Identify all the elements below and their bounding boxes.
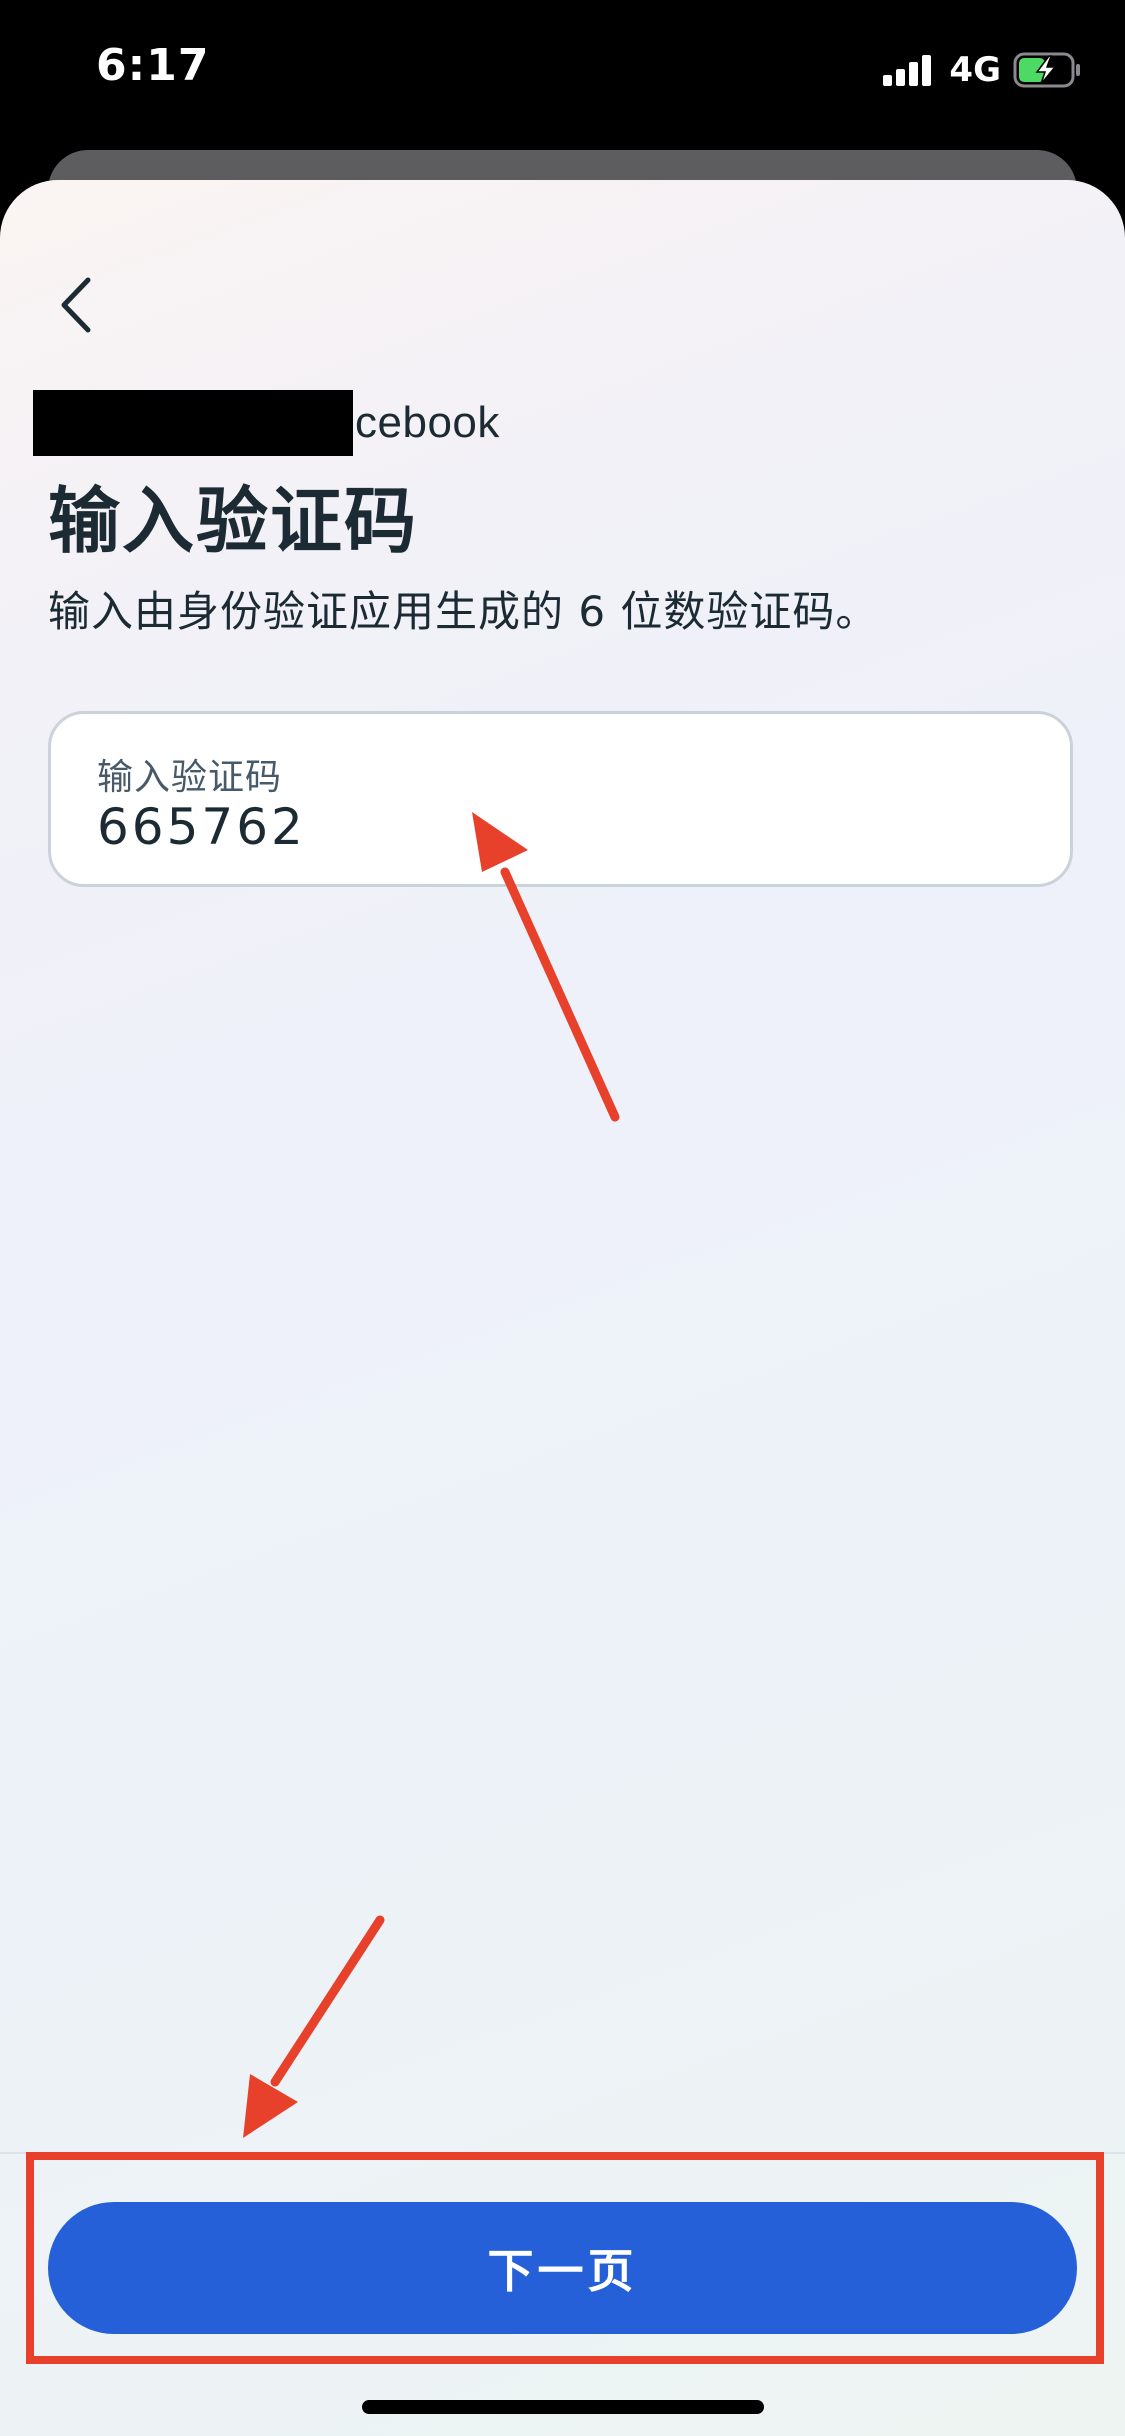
status-time: 6:17 (96, 40, 210, 91)
cellular-signal-icon (883, 54, 935, 86)
chevron-left-icon (61, 277, 91, 333)
verification-code-input[interactable] (97, 798, 997, 856)
battery-charging-icon (1013, 52, 1080, 88)
brand-name: cebook (355, 398, 500, 447)
redaction-block (33, 390, 353, 456)
phone-screen: 6:17 4G cebook 输入验证码 输入由身份验证应用生成的 6 位数验证… (0, 0, 1125, 2436)
status-indicators: 4G (883, 48, 1083, 92)
status-bar: 6:17 4G (0, 0, 1125, 140)
back-button[interactable] (52, 270, 102, 340)
next-page-button[interactable]: 下一页 (48, 2202, 1077, 2334)
code-field-label: 输入验证码 (97, 757, 283, 798)
page-subtitle: 输入由身份验证应用生成的 6 位数验证码。 (48, 587, 879, 636)
footer-divider (0, 2152, 1125, 2154)
verification-code-field[interactable]: 输入验证码 (48, 711, 1073, 887)
page-title: 输入验证码 (48, 479, 419, 563)
network-type: 4G (949, 50, 1001, 90)
home-indicator (362, 2400, 764, 2414)
verification-sheet: cebook 输入验证码 输入由身份验证应用生成的 6 位数验证码。 输入验证码… (0, 180, 1125, 2436)
brand-row: cebook (33, 390, 500, 456)
